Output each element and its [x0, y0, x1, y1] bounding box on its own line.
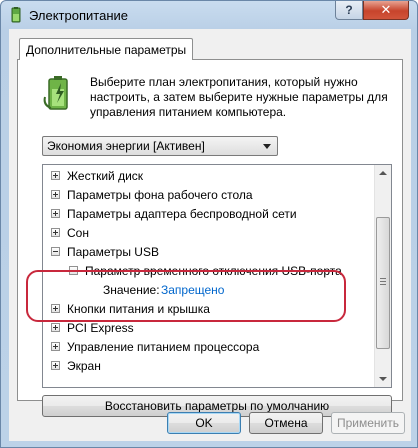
expand-icon[interactable] [51, 361, 60, 370]
ok-label: OK [195, 416, 213, 430]
apply-button[interactable]: Применить [331, 412, 405, 434]
vertical-scrollbar[interactable] [374, 165, 391, 387]
help-icon: ? [345, 3, 353, 17]
collapse-icon[interactable] [51, 247, 60, 256]
settings-tree[interactable]: Жесткий диск Параметры фона рабочего сто… [42, 164, 392, 388]
expand-icon[interactable] [51, 209, 60, 218]
battery-icon [43, 76, 68, 110]
tree-item-label: Параметры адаптера беспроводной сети [67, 207, 297, 221]
scroll-up-icon[interactable] [375, 165, 391, 182]
scroll-down-icon[interactable] [375, 370, 391, 387]
expand-icon[interactable] [51, 190, 60, 199]
tab-label: Дополнительные параметры [26, 43, 187, 57]
value-link[interactable]: Запрещено [161, 281, 224, 299]
cancel-label: Отмена [264, 416, 308, 430]
expand-icon[interactable] [51, 171, 60, 180]
power-plan-select[interactable]: Экономия энергии [Активен] [42, 136, 278, 156]
value-label: Значение: [103, 283, 160, 297]
title-bar[interactable]: Электропитание ? ✕ [1, 1, 417, 29]
power-plan-value: Экономия энергии [Активен] [47, 139, 205, 153]
scroll-thumb[interactable] [376, 217, 390, 349]
ok-button[interactable]: OK [167, 412, 241, 434]
tree-item-label: Параметры USB [67, 245, 159, 259]
tree-item-label: Сон [67, 226, 89, 240]
description-text: Выберите план электропитания, который ну… [90, 75, 388, 119]
tree-item-label: Параметр временного отключения USB-порта [85, 264, 342, 278]
close-button[interactable]: ✕ [363, 1, 409, 20]
expand-icon[interactable] [51, 228, 60, 237]
help-button[interactable]: ? [335, 1, 363, 20]
tree-item-label: Параметры фона рабочего стола [67, 188, 253, 202]
grip-icon [380, 278, 386, 285]
expand-icon[interactable] [51, 323, 60, 332]
chevron-down-icon [263, 144, 271, 149]
expand-icon[interactable] [51, 304, 60, 313]
cancel-button[interactable]: Отмена [249, 412, 323, 434]
power-options-window: Электропитание ? ✕ Дополнительные параме… [0, 0, 418, 448]
window-title: Электропитание [29, 8, 128, 23]
dialog-client-area: Дополнительные параметры Выберите план э… [9, 29, 411, 441]
tree-item-label: Жесткий диск [67, 169, 144, 183]
tree-item-label: PCI Express [67, 321, 134, 335]
tree-item-label: Кнопки питания и крышка [67, 302, 210, 316]
apply-label: Применить [336, 416, 399, 430]
restore-defaults-label: Восстановить параметры по умолчанию [104, 399, 330, 413]
expand-icon[interactable] [51, 342, 60, 351]
tree-item-label: Экран [67, 359, 101, 373]
tab-panel: Выберите план электропитания, который ну… [17, 59, 403, 417]
close-icon: ✕ [380, 2, 392, 17]
tab-advanced-settings[interactable]: Дополнительные параметры [19, 38, 194, 60]
tree-item-label: Управление питанием процессора [67, 340, 260, 354]
collapse-icon[interactable] [69, 266, 78, 275]
power-options-icon [11, 7, 21, 23]
